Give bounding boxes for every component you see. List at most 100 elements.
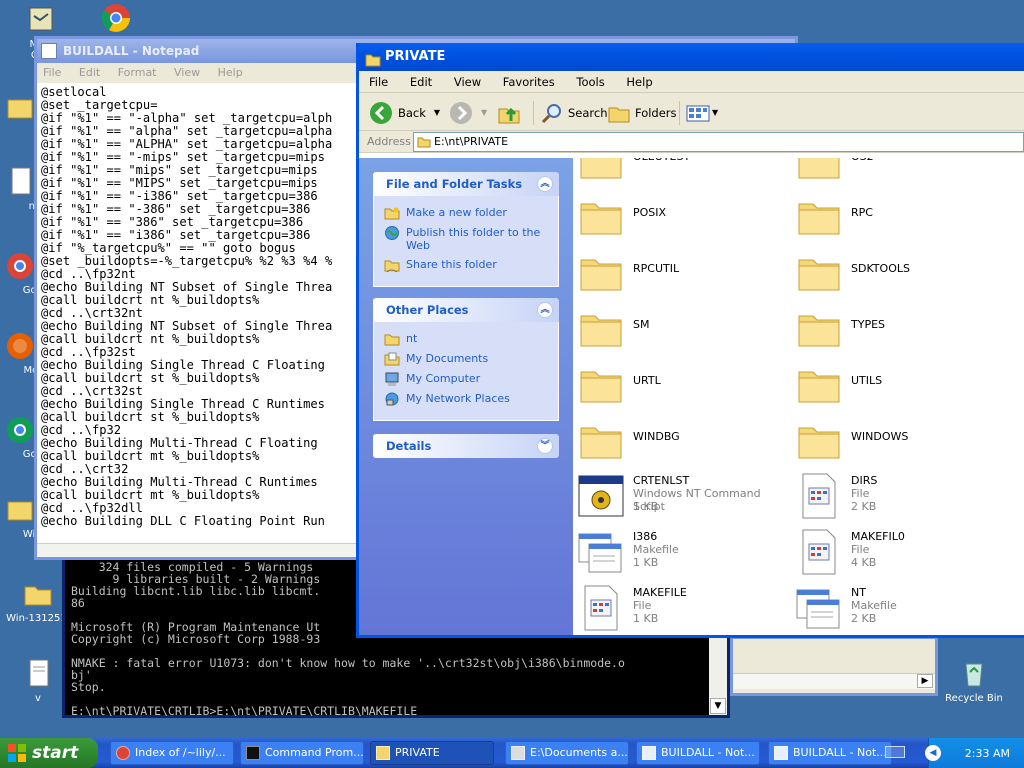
menu-view[interactable]: View <box>174 66 200 79</box>
taskbar-button-4[interactable]: BUILDALL - Not... <box>636 741 760 765</box>
file-item-nt[interactable]: NT Makefile 2 KB <box>795 584 1005 635</box>
chrome-icon <box>116 746 130 760</box>
menu-help[interactable]: Help <box>626 75 652 89</box>
collapse-icon[interactable]: ︽ <box>537 302 553 318</box>
desktop-icon-recycle-bin[interactable]: Recycle Bin <box>936 658 1012 704</box>
desktop-icon-chrome[interactable] <box>78 2 154 37</box>
mozilla-icon <box>4 330 36 362</box>
document-icon <box>4 166 36 198</box>
folder-icon <box>577 192 625 240</box>
folder-item-rpcutil[interactable]: RPCUTIL <box>577 248 787 300</box>
keyboard-icon[interactable] <box>885 746 905 758</box>
views-button[interactable]: ▼ <box>679 101 718 125</box>
folder-item-rpc[interactable]: RPC <box>795 192 1005 244</box>
folder-item-windbg[interactable]: WINDBG <box>577 416 787 468</box>
notepad-text-area[interactable]: @setlocal @set _targetcpu= @if "%1" == "… <box>41 86 332 528</box>
folder-icon <box>365 50 381 78</box>
taskbar-button-3[interactable]: E:\Documents a... <box>505 741 629 765</box>
explorer-window[interactable]: PRIVATE File Edit View Favorites Tools H… <box>356 43 1024 638</box>
taskbar-button-5[interactable]: BUILDALL - Not... <box>768 741 892 765</box>
notepad-icon <box>774 746 788 760</box>
share-icon <box>384 260 400 272</box>
taskbar-button-label: BUILDALL - Not... <box>793 746 887 759</box>
taskbar-button-label: E:\Documents a... <box>530 746 628 759</box>
folder-item-windows[interactable]: WINDOWS <box>795 416 1005 468</box>
scroll-down-icon[interactable]: ▼ <box>710 698 726 714</box>
file-type: File <box>851 543 870 556</box>
taskbar-button-1[interactable]: Command Prom... <box>240 741 364 765</box>
folder-item-sm[interactable]: SM <box>577 304 787 356</box>
system-tray: ◀ 2:33 AM <box>885 738 1024 768</box>
explorer-title: PRIVATE <box>385 49 446 64</box>
folder-icon <box>4 92 36 124</box>
new-folder-icon <box>384 207 400 220</box>
collapse-icon[interactable]: ︽ <box>537 176 553 192</box>
file-name: I386 <box>633 530 658 543</box>
other-places-header[interactable]: Other Places ︽ <box>373 298 559 322</box>
file-name: OS2 <box>851 158 874 163</box>
menu-favorites[interactable]: Favorites <box>503 75 555 89</box>
menu-edit[interactable]: Edit <box>410 75 432 89</box>
folder-item-types[interactable]: TYPES <box>795 304 1005 356</box>
file-type: File <box>851 487 870 500</box>
folders-icon <box>608 107 630 123</box>
folder-item-posix[interactable]: POSIX <box>577 192 787 244</box>
folder-icon <box>376 746 390 760</box>
horizontal-scrollbar[interactable]: ▶ <box>733 673 935 689</box>
command-script-icon <box>577 472 625 520</box>
file-size: 2 KB <box>851 500 877 513</box>
file-type: Makefile <box>633 543 679 556</box>
folder-item-os2[interactable]: OS2 <box>795 158 1005 188</box>
task-pane: File and Folder Tasks ︽ Make a new folde… <box>359 158 573 635</box>
makefile-icon <box>577 528 625 576</box>
chevron-down-icon[interactable]: ▼ <box>434 101 440 125</box>
folder-icon <box>795 360 843 408</box>
taskbar-button-2[interactable]: PRIVATE <box>370 741 494 765</box>
start-button[interactable]: start <box>0 738 98 768</box>
menu-view[interactable]: View <box>454 75 481 89</box>
forward-button[interactable]: ▼ <box>449 101 487 125</box>
background-window[interactable]: ▶ <box>730 636 938 696</box>
show-hidden-icons-icon[interactable]: ◀ <box>925 745 941 761</box>
file-item-makefil0[interactable]: MAKEFIL0 File 4 KB <box>795 528 1005 580</box>
file-item-i386[interactable]: I386 Makefile 1 KB <box>577 528 787 580</box>
folder-icon <box>577 416 625 464</box>
file-item-makefile[interactable]: MAKEFILE File 1 KB <box>577 584 787 635</box>
other-places-nt-link[interactable]: nt <box>384 332 550 346</box>
taskbar-button-0[interactable]: Index of /~lily/... <box>110 741 234 765</box>
details-header[interactable]: Details ︾ <box>373 434 559 458</box>
menu-help[interactable]: Help <box>218 66 243 79</box>
notepad-icon <box>642 746 656 760</box>
file-item-crtenlst[interactable]: CRTENLST Windows NT Command Script 1 KB <box>577 472 787 524</box>
folder-item-oleutest[interactable]: OLEUTEST <box>577 158 787 188</box>
address-value: E:\nt\PRIVATE <box>434 135 509 148</box>
my-computer-link[interactable]: My Computer <box>384 372 550 386</box>
my-network-places-link[interactable]: My Network Places <box>384 392 550 406</box>
file-folder-tasks-header[interactable]: File and Folder Tasks ︽ <box>373 172 559 196</box>
menu-edit[interactable]: Edit <box>79 66 100 79</box>
share-folder-link[interactable]: Share this folder <box>384 258 550 272</box>
menu-file[interactable]: File <box>43 66 61 79</box>
back-arrow-icon <box>370 102 392 124</box>
folder-item-urtl[interactable]: URTL <box>577 360 787 412</box>
search-button[interactable]: Search <box>533 101 608 125</box>
folder-item-sdktools[interactable]: SDKTOOLS <box>795 248 1005 300</box>
explorer-titlebar[interactable]: PRIVATE <box>359 43 1024 71</box>
up-folder-button[interactable] <box>497 101 521 125</box>
address-field[interactable]: E:\nt\PRIVATE <box>413 132 1024 152</box>
chrome-icon <box>4 250 36 282</box>
file-item-dirs[interactable]: DIRS File 2 KB <box>795 472 1005 524</box>
back-button[interactable]: Back ▼ <box>369 101 440 125</box>
expand-icon[interactable]: ︾ <box>537 438 553 454</box>
cmd-icon <box>246 746 260 760</box>
menu-format[interactable]: Format <box>118 66 157 79</box>
make-new-folder-link[interactable]: Make a new folder <box>384 206 550 220</box>
folders-button[interactable]: Folders <box>607 101 677 125</box>
menu-tools[interactable]: Tools <box>576 75 604 89</box>
search-icon <box>541 104 561 124</box>
outlook-icon <box>24 4 56 36</box>
scroll-right-icon[interactable]: ▶ <box>917 674 933 688</box>
folder-item-utils[interactable]: UTILS <box>795 360 1005 412</box>
publish-folder-link[interactable]: Publish this folder to the Web <box>384 226 550 252</box>
my-documents-link[interactable]: My Documents <box>384 352 550 366</box>
